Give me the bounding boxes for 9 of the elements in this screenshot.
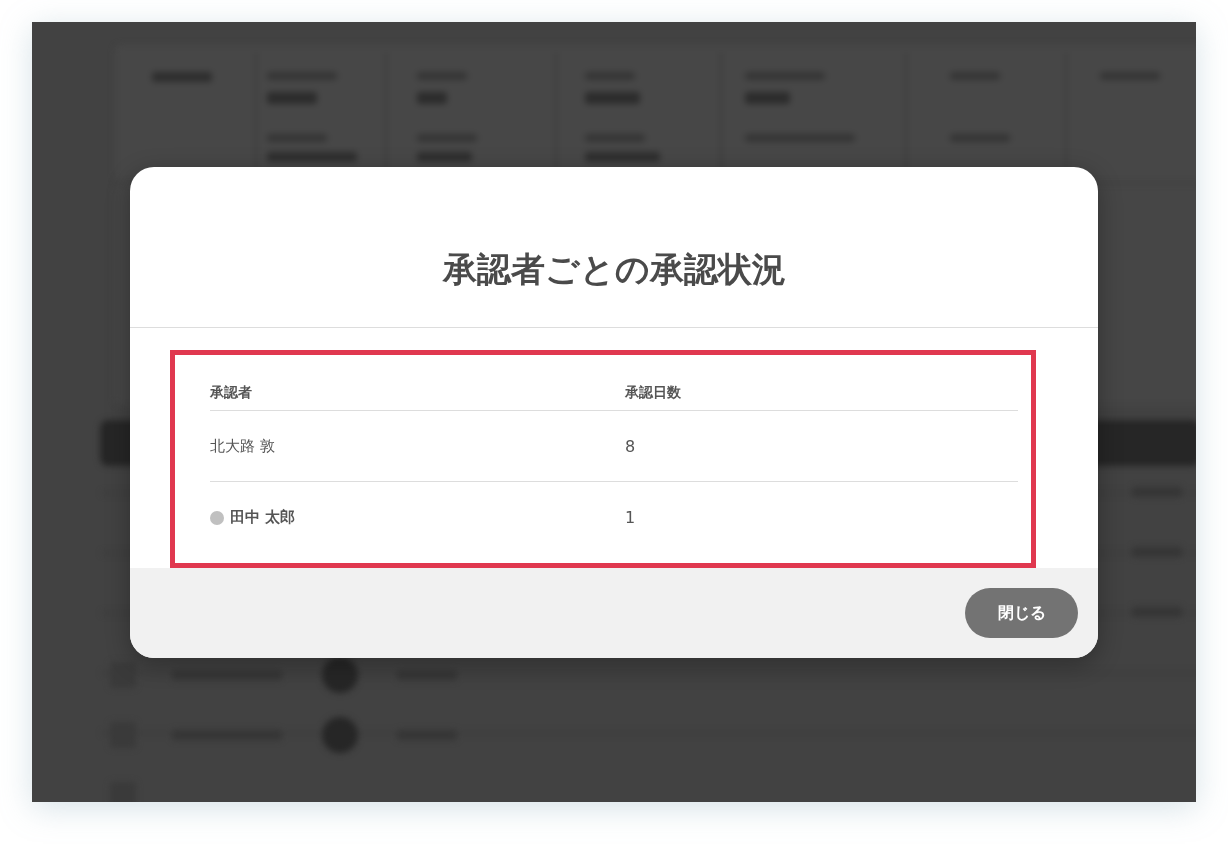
- approval-days: 1: [625, 508, 636, 527]
- status-dot-icon: [210, 510, 224, 525]
- column-header: 承認日数: [625, 384, 681, 402]
- approver-name: 北大路 敦: [210, 436, 275, 456]
- dialog-title: 承認者ごとの承認状況: [442, 248, 786, 290]
- approver-name: 田中 太郎: [230, 508, 296, 527]
- close-button[interactable]: 閉じる: [965, 588, 1078, 638]
- approval-days: 8: [625, 436, 636, 456]
- column-header: 承認者: [210, 384, 252, 402]
